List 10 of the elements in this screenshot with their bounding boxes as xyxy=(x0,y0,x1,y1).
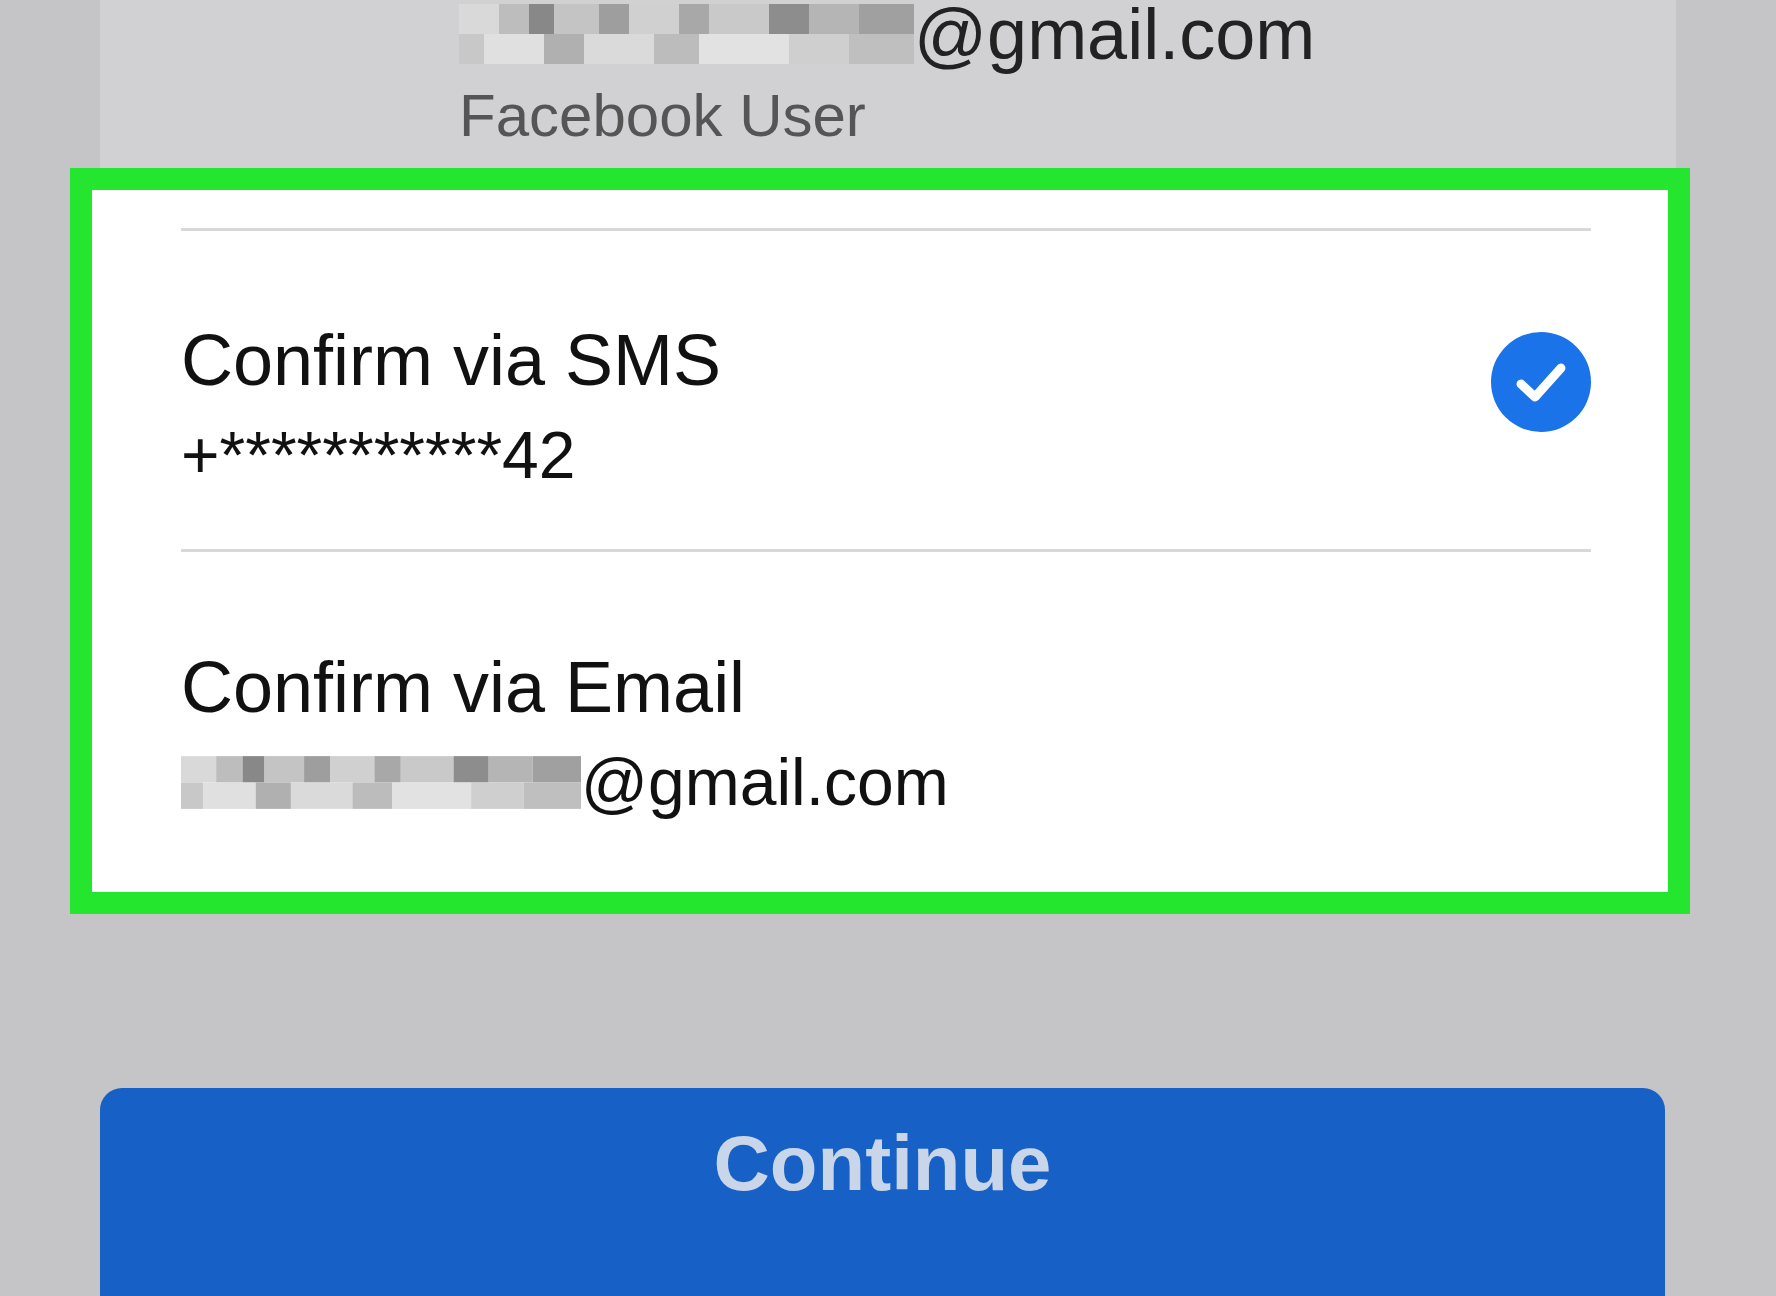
confirm-option[interactable]: Confirm via SMS +***********42 xyxy=(181,228,1591,549)
option-detail: @gmail.com xyxy=(581,744,949,820)
continue-button[interactable]: Continue xyxy=(100,1088,1665,1296)
option-title: Confirm via SMS xyxy=(181,319,723,402)
option-title: Confirm via Email xyxy=(181,646,747,729)
account-name: Facebook User xyxy=(459,81,867,151)
confirm-option[interactable]: Confirm via Email @gmail.com xyxy=(181,549,1591,832)
option-detail: +***********42 xyxy=(181,417,576,493)
check-icon xyxy=(1491,332,1591,432)
account-email: @gmail.com xyxy=(914,0,1316,74)
